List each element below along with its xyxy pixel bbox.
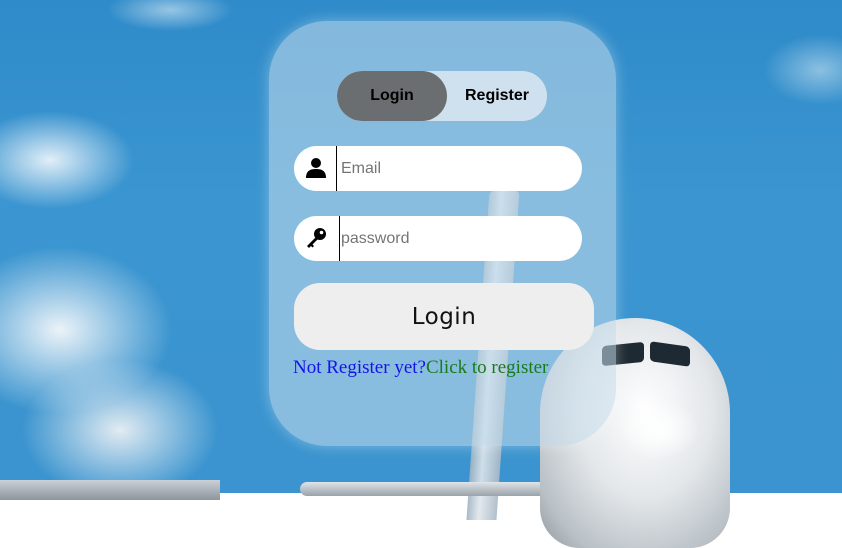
register-question: Not Register yet?	[293, 357, 426, 378]
toggle-login-button[interactable]: Login	[337, 71, 447, 121]
password-input[interactable]	[341, 216, 566, 261]
user-icon	[304, 156, 328, 180]
airplane-wing	[300, 482, 560, 496]
password-field	[294, 216, 582, 261]
key-icon	[304, 226, 328, 250]
toggle-register-button[interactable]: Register	[447, 71, 547, 121]
login-submit-button[interactable]: Login	[294, 283, 594, 350]
email-field	[294, 146, 582, 191]
register-prompt: Not Register yet?Click to register	[293, 357, 548, 379]
auth-toggle: Login Register	[337, 71, 547, 121]
password-divider	[339, 216, 340, 261]
email-divider	[336, 146, 337, 191]
background-ground	[0, 480, 220, 500]
register-link[interactable]: Click to register	[426, 357, 548, 378]
airplane-nose	[620, 400, 700, 460]
email-input[interactable]	[341, 146, 566, 191]
